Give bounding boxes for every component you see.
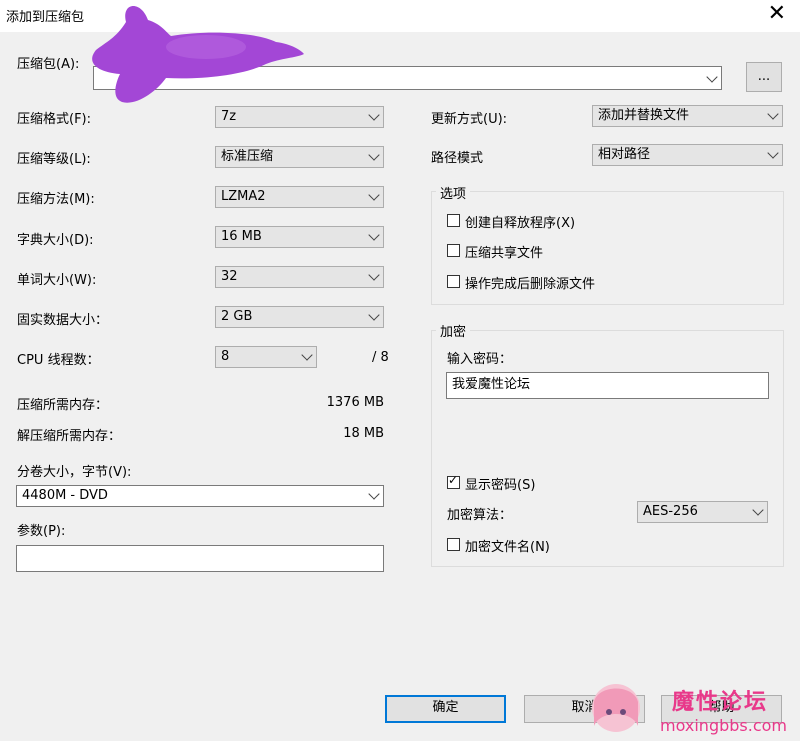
chevron-down-icon xyxy=(368,269,380,281)
path-mode-value: 相对路径 xyxy=(598,147,651,162)
volume-label: 分卷大小，字节(V): xyxy=(17,465,132,480)
sfx-label[interactable]: 创建自释放程序(X) xyxy=(465,212,575,231)
close-icon[interactable]: ✕ xyxy=(768,2,786,26)
chevron-down-icon xyxy=(368,229,380,241)
encrypt-method-label: 加密算法： xyxy=(447,508,513,523)
threads-total: / 8 xyxy=(372,350,389,365)
chevron-down-icon xyxy=(767,147,779,159)
chevron-down-icon xyxy=(752,504,764,516)
archive-label: 压缩包(A): xyxy=(17,57,80,72)
params-input[interactable] xyxy=(16,545,384,572)
threads-label: CPU 线程数： xyxy=(17,353,100,368)
anime-avatar-watermark xyxy=(592,684,640,732)
encrypt-names-label[interactable]: 加密文件名(N) xyxy=(465,536,550,555)
level-label: 压缩等级(L): xyxy=(17,152,91,167)
chevron-down-icon xyxy=(767,108,779,120)
password-input[interactable]: 我爱魔性论坛 xyxy=(446,372,769,399)
params-label: 参数(P): xyxy=(17,524,66,539)
dict-label: 字典大小(D): xyxy=(17,233,94,248)
chevron-down-icon xyxy=(301,349,313,361)
threads-value: 8 xyxy=(221,349,230,364)
solid-label: 固实数据大小： xyxy=(17,313,109,328)
path-mode-select[interactable]: 相对路径 xyxy=(592,144,783,166)
delete-checkbox[interactable] xyxy=(447,275,460,288)
chevron-down-icon xyxy=(368,109,380,121)
ok-button[interactable]: 确定 xyxy=(385,695,506,723)
update-value: 添加并替换文件 xyxy=(598,108,690,123)
word-select[interactable]: 32 xyxy=(215,266,384,288)
method-select[interactable]: LZMA2 xyxy=(215,186,384,208)
mem-decompress-value: 18 MB xyxy=(343,426,384,441)
level-select[interactable]: 标准压缩 xyxy=(215,146,384,168)
encrypt-method-select[interactable]: AES-256 xyxy=(637,501,768,523)
path-mode-label: 路径模式 xyxy=(431,151,484,166)
mem-compress-value: 1376 MB xyxy=(326,395,384,410)
mem-decompress-label: 解压缩所需内存： xyxy=(17,429,122,444)
purple-blob-sticker xyxy=(92,5,304,103)
solid-select[interactable]: 2 GB xyxy=(215,306,384,328)
encrypt-names-checkbox[interactable] xyxy=(447,538,460,551)
chevron-down-icon xyxy=(368,189,380,201)
format-label: 压缩格式(F): xyxy=(17,112,92,127)
method-label: 压缩方法(M): xyxy=(17,192,95,207)
show-password-label[interactable]: 显示密码(S) xyxy=(465,474,535,493)
volume-combobox[interactable]: 4480M - DVD xyxy=(16,485,384,507)
word-value: 32 xyxy=(221,269,238,284)
options-group-title: 选项 xyxy=(436,183,471,202)
volume-value: 4480M - DVD xyxy=(22,488,108,503)
browse-button[interactable]: ... xyxy=(746,62,782,92)
delete-label[interactable]: 操作完成后删除源文件 xyxy=(465,273,595,292)
chevron-down-icon xyxy=(368,488,380,500)
watermark-url: moxingbbs.com xyxy=(660,716,787,735)
chevron-down-icon xyxy=(368,309,380,321)
window-title: 添加到压缩包 xyxy=(6,10,85,25)
shared-label[interactable]: 压缩共享文件 xyxy=(465,242,543,261)
show-password-checkbox[interactable] xyxy=(447,473,460,489)
update-select[interactable]: 添加并替换文件 xyxy=(592,105,783,127)
sfx-checkbox[interactable] xyxy=(447,214,460,227)
encryption-group-title: 加密 xyxy=(436,321,471,340)
mem-compress-label: 压缩所需内存： xyxy=(17,398,109,413)
chevron-down-icon xyxy=(368,149,380,161)
word-label: 单词大小(W): xyxy=(17,273,97,288)
chevron-down-icon xyxy=(706,71,718,83)
shared-checkbox[interactable] xyxy=(447,244,460,257)
solid-value: 2 GB xyxy=(221,309,253,324)
encrypt-method-value: AES-256 xyxy=(643,504,698,519)
threads-select[interactable]: 8 xyxy=(215,346,317,368)
dict-select[interactable]: 16 MB xyxy=(215,226,384,248)
password-label: 输入密码： xyxy=(447,352,513,367)
level-value: 标准压缩 xyxy=(221,149,274,164)
dict-value: 16 MB xyxy=(221,229,262,244)
method-value: LZMA2 xyxy=(221,189,266,204)
update-label: 更新方式(U): xyxy=(431,112,508,127)
watermark-title: 魔性论坛 xyxy=(672,690,769,715)
